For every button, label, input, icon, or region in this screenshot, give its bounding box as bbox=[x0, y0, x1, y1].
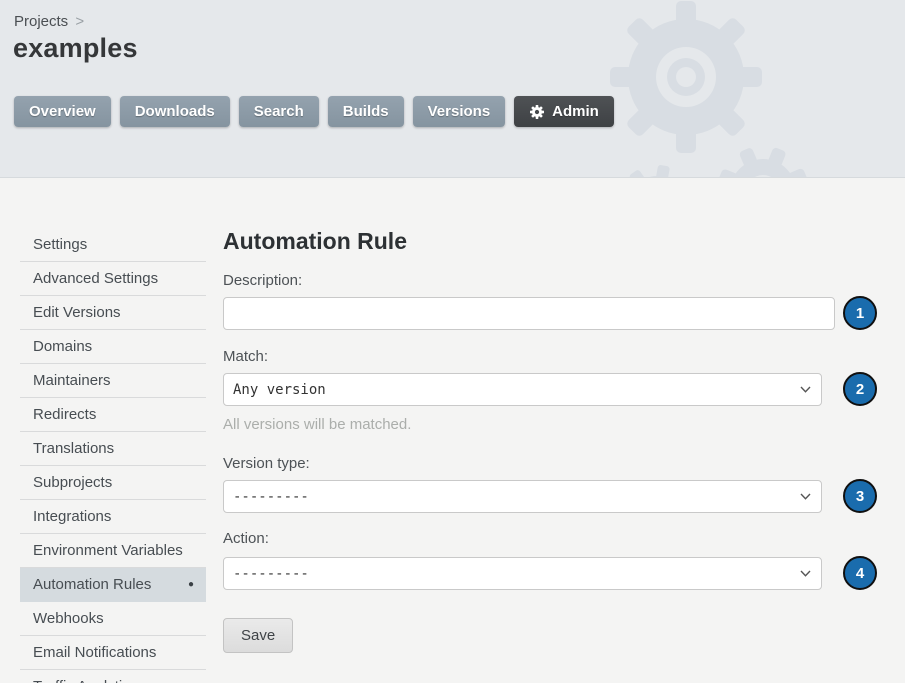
chevron-down-icon bbox=[800, 386, 811, 393]
sidebar-item-domains[interactable]: Domains bbox=[20, 330, 206, 364]
action-label: Action: bbox=[223, 530, 269, 547]
match-help-text: All versions will be matched. bbox=[223, 416, 411, 433]
step-badge-1: 1 bbox=[843, 296, 877, 330]
tab-overview[interactable]: Overview bbox=[14, 96, 111, 127]
match-select-value: Any version bbox=[233, 382, 326, 398]
tab-admin[interactable]: Admin bbox=[514, 96, 614, 127]
form-title: Automation Rule bbox=[223, 228, 407, 255]
sidebar-item-webhooks[interactable]: Webhooks bbox=[20, 602, 206, 636]
sidebar-item-label: Email Notifications bbox=[33, 636, 156, 669]
tab-admin-label: Admin bbox=[552, 96, 599, 127]
project-nav: Overview Downloads Search Builds Version… bbox=[14, 96, 614, 127]
automation-rule-form: Automation Rule Description: 1 Match: An… bbox=[223, 228, 905, 683]
sidebar-item-automation-rules[interactable]: Automation Rules ● bbox=[20, 568, 206, 602]
project-header: Projects > examples Overview Downloads S… bbox=[0, 0, 905, 178]
sidebar-item-label: Translations bbox=[33, 432, 114, 465]
breadcrumb-separator: > bbox=[75, 13, 84, 30]
chevron-down-icon bbox=[800, 493, 811, 500]
sidebar-item-integrations[interactable]: Integrations bbox=[20, 500, 206, 534]
tab-versions[interactable]: Versions bbox=[413, 96, 506, 127]
description-label: Description: bbox=[223, 272, 302, 289]
sidebar-item-environment-variables[interactable]: Environment Variables bbox=[20, 534, 206, 568]
sidebar-item-label: Traffic Analytics bbox=[33, 670, 137, 683]
sidebar-item-label: Settings bbox=[33, 228, 87, 261]
sidebar-item-edit-versions[interactable]: Edit Versions bbox=[20, 296, 206, 330]
sidebar-item-label: Automation Rules bbox=[33, 568, 151, 601]
version-type-select-value: --------- bbox=[233, 489, 309, 505]
version-type-label: Version type: bbox=[223, 455, 310, 472]
gears-watermark bbox=[605, 0, 905, 178]
step-badge-4: 4 bbox=[843, 556, 877, 590]
sidebar-item-email-notifications[interactable]: Email Notifications bbox=[20, 636, 206, 670]
match-label: Match: bbox=[223, 348, 268, 365]
save-button[interactable]: Save bbox=[223, 618, 293, 653]
sidebar-item-redirects[interactable]: Redirects bbox=[20, 398, 206, 432]
sidebar-item-label: Domains bbox=[33, 330, 92, 363]
description-input[interactable] bbox=[223, 297, 835, 330]
sidebar-item-label: Maintainers bbox=[33, 364, 111, 397]
version-type-select[interactable]: --------- bbox=[223, 480, 822, 513]
active-page-bullet: ● bbox=[188, 568, 194, 601]
sidebar-item-traffic-analytics[interactable]: Traffic Analytics bbox=[20, 670, 206, 683]
sidebar-item-label: Webhooks bbox=[33, 602, 104, 635]
sidebar-item-label: Redirects bbox=[33, 398, 96, 431]
step-badge-3: 3 bbox=[843, 479, 877, 513]
sidebar-item-label: Integrations bbox=[33, 500, 111, 533]
action-select-value: --------- bbox=[233, 566, 309, 582]
sidebar-item-label: Edit Versions bbox=[33, 296, 121, 329]
sidebar-item-label: Advanced Settings bbox=[33, 262, 158, 295]
tab-downloads[interactable]: Downloads bbox=[120, 96, 230, 127]
sidebar-item-translations[interactable]: Translations bbox=[20, 432, 206, 466]
sidebar-item-maintainers[interactable]: Maintainers bbox=[20, 364, 206, 398]
action-select[interactable]: --------- bbox=[223, 557, 822, 590]
sidebar-item-advanced-settings[interactable]: Advanced Settings bbox=[20, 262, 206, 296]
sidebar-item-subprojects[interactable]: Subprojects bbox=[20, 466, 206, 500]
match-select[interactable]: Any version bbox=[223, 373, 822, 406]
breadcrumb: Projects > bbox=[14, 13, 84, 30]
tab-search[interactable]: Search bbox=[239, 96, 319, 127]
project-admin-page: Projects > examples Overview Downloads S… bbox=[0, 0, 905, 683]
sidebar-item-settings[interactable]: Settings bbox=[20, 228, 206, 262]
admin-sidebar: Settings Advanced Settings Edit Versions… bbox=[20, 228, 206, 683]
step-badge-2: 2 bbox=[843, 372, 877, 406]
page-title: examples bbox=[13, 33, 138, 64]
chevron-down-icon bbox=[800, 570, 811, 577]
sidebar-item-label: Subprojects bbox=[33, 466, 112, 499]
gear-icon bbox=[529, 104, 545, 120]
sidebar-item-label: Environment Variables bbox=[33, 534, 183, 567]
breadcrumb-projects-link[interactable]: Projects bbox=[14, 13, 68, 30]
tab-builds[interactable]: Builds bbox=[328, 96, 404, 127]
